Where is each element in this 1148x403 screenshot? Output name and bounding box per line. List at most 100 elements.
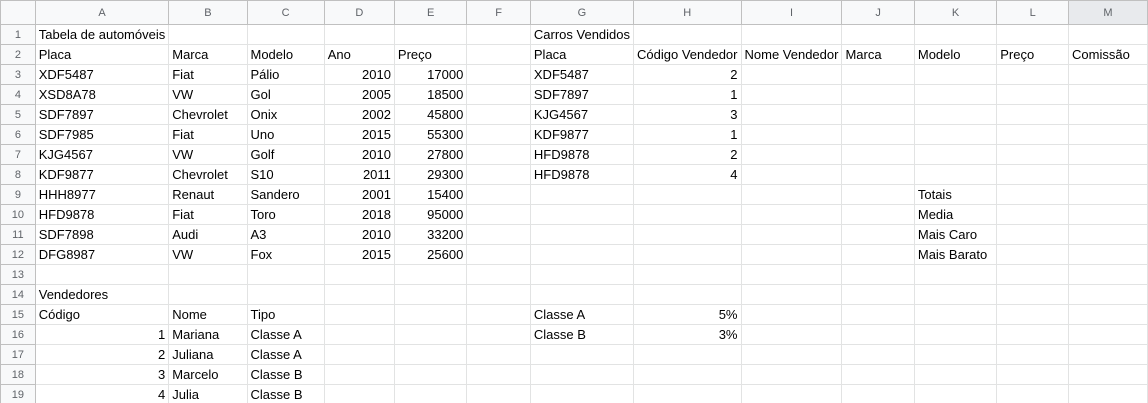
cell-m14[interactable]	[1068, 284, 1148, 305]
cell-f15[interactable]	[466, 304, 531, 325]
row-header-17[interactable]: 17	[0, 344, 36, 365]
cell-j13[interactable]	[841, 264, 915, 285]
cell-f5[interactable]	[466, 104, 531, 125]
cell-l5[interactable]	[996, 104, 1070, 125]
cell-l18[interactable]	[996, 364, 1070, 385]
cell-c8[interactable]: S10	[246, 164, 325, 185]
cell-i5[interactable]	[740, 104, 843, 125]
cell-b3[interactable]: Fiat	[168, 64, 248, 85]
cell-i4[interactable]	[740, 84, 843, 105]
cell-g7[interactable]: HFD9878	[529, 144, 635, 165]
cell-c16[interactable]: Classe A	[246, 324, 325, 345]
cell-g19[interactable]	[529, 384, 635, 403]
cell-i14[interactable]	[740, 284, 843, 305]
cell-l3[interactable]	[996, 64, 1070, 85]
row-header-4[interactable]: 4	[0, 84, 36, 105]
cell-d7[interactable]: 2010	[323, 144, 395, 165]
cell-d8[interactable]: 2011	[323, 164, 395, 185]
cell-h5[interactable]: 3	[633, 104, 742, 125]
cell-a6[interactable]: SDF7985	[34, 124, 170, 145]
row-header-13[interactable]: 13	[0, 264, 36, 285]
column-header-c[interactable]: C	[246, 0, 325, 25]
cell-d5[interactable]: 2002	[323, 104, 395, 125]
cell-i15[interactable]	[740, 304, 843, 325]
cell-l16[interactable]	[996, 324, 1070, 345]
cell-j14[interactable]	[841, 284, 915, 305]
cell-a4[interactable]: XSD8A78	[34, 84, 170, 105]
cell-a19[interactable]: 4	[34, 384, 170, 403]
cell-m4[interactable]	[1068, 84, 1148, 105]
cell-f2[interactable]	[466, 44, 531, 65]
cell-e19[interactable]	[393, 384, 468, 403]
column-header-i[interactable]: I	[740, 0, 843, 25]
cell-d6[interactable]: 2015	[323, 124, 395, 145]
row-header-9[interactable]: 9	[0, 184, 36, 205]
cell-j6[interactable]	[841, 124, 915, 145]
cell-f9[interactable]	[466, 184, 531, 205]
cell-j2[interactable]: Marca	[841, 44, 915, 65]
cell-e17[interactable]	[393, 344, 468, 365]
cell-d11[interactable]: 2010	[323, 224, 395, 245]
cell-l7[interactable]	[996, 144, 1070, 165]
cell-i3[interactable]	[740, 64, 843, 85]
cell-b1[interactable]	[168, 24, 248, 45]
cell-l15[interactable]	[996, 304, 1070, 325]
cell-i1[interactable]	[740, 24, 843, 45]
row-header-8[interactable]: 8	[0, 164, 36, 185]
cell-k9[interactable]: Totais	[913, 184, 998, 205]
cell-c11[interactable]: A3	[246, 224, 325, 245]
cell-m1[interactable]	[1068, 24, 1148, 45]
cell-c2[interactable]: Modelo	[246, 44, 325, 65]
cell-h19[interactable]	[633, 384, 742, 403]
row-header-3[interactable]: 3	[0, 64, 36, 85]
cell-h2[interactable]: Código Vendedor	[633, 44, 742, 65]
cell-b19[interactable]: Julia	[168, 384, 248, 403]
cell-e4[interactable]: 18500	[393, 84, 468, 105]
cell-c13[interactable]	[246, 264, 325, 285]
cell-h17[interactable]	[633, 344, 742, 365]
cell-d9[interactable]: 2001	[323, 184, 395, 205]
cell-b8[interactable]: Chevrolet	[168, 164, 248, 185]
cell-h12[interactable]	[633, 244, 742, 265]
row-header-10[interactable]: 10	[0, 204, 36, 225]
cell-d17[interactable]	[323, 344, 395, 365]
cell-b2[interactable]: Marca	[168, 44, 248, 65]
cell-b14[interactable]	[168, 284, 248, 305]
cell-j9[interactable]	[841, 184, 915, 205]
cell-c3[interactable]: Pálio	[246, 64, 325, 85]
row-header-2[interactable]: 2	[0, 44, 36, 65]
cell-j8[interactable]	[841, 164, 915, 185]
cell-e12[interactable]: 25600	[393, 244, 468, 265]
cell-b4[interactable]: VW	[168, 84, 248, 105]
cell-i16[interactable]	[740, 324, 843, 345]
cell-h7[interactable]: 2	[633, 144, 742, 165]
cell-j15[interactable]	[841, 304, 915, 325]
cell-c17[interactable]: Classe A	[246, 344, 325, 365]
cell-k6[interactable]	[913, 124, 998, 145]
cell-a18[interactable]: 3	[34, 364, 170, 385]
cell-g13[interactable]	[529, 264, 635, 285]
cell-a2[interactable]: Placa	[34, 44, 170, 65]
cell-g4[interactable]: SDF7897	[529, 84, 635, 105]
cell-j18[interactable]	[841, 364, 915, 385]
cell-j10[interactable]	[841, 204, 915, 225]
cell-k18[interactable]	[913, 364, 998, 385]
cell-l10[interactable]	[996, 204, 1070, 225]
cell-b9[interactable]: Renaut	[168, 184, 248, 205]
cell-e2[interactable]: Preço	[393, 44, 468, 65]
cell-b7[interactable]: VW	[168, 144, 248, 165]
cell-l14[interactable]	[996, 284, 1070, 305]
row-header-19[interactable]: 19	[0, 384, 36, 403]
column-header-m[interactable]: M	[1068, 0, 1148, 25]
cell-m5[interactable]	[1068, 104, 1148, 125]
cell-a8[interactable]: KDF9877	[34, 164, 170, 185]
cell-a16[interactable]: 1	[34, 324, 170, 345]
cell-h13[interactable]	[633, 264, 742, 285]
cell-m15[interactable]	[1068, 304, 1148, 325]
cell-k11[interactable]: Mais Caro	[913, 224, 998, 245]
cell-i17[interactable]	[740, 344, 843, 365]
cell-g9[interactable]	[529, 184, 635, 205]
column-header-f[interactable]: F	[466, 0, 531, 25]
cell-g18[interactable]	[529, 364, 635, 385]
cell-c5[interactable]: Onix	[246, 104, 325, 125]
